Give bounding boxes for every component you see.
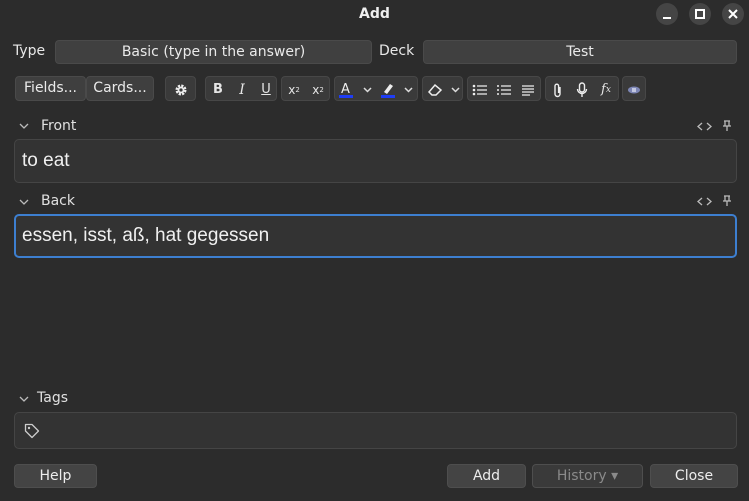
maximize-button[interactable] xyxy=(689,3,711,25)
minimize-icon xyxy=(663,17,671,19)
align-icon[interactable] xyxy=(516,77,540,102)
title-bar: Add xyxy=(0,0,749,28)
numbered-list-icon[interactable] xyxy=(492,77,516,102)
tags-label: Tags xyxy=(37,390,68,406)
chevron-down-icon[interactable] xyxy=(19,395,29,403)
fields-button[interactable]: Fields... xyxy=(15,76,86,101)
tags-input[interactable] xyxy=(14,412,737,449)
chevron-down-icon[interactable] xyxy=(19,198,29,206)
type-label: Type xyxy=(13,43,46,59)
bold-icon[interactable]: B xyxy=(206,77,230,102)
subscript-icon[interactable]: x2 xyxy=(306,77,330,102)
tag-icon xyxy=(24,423,40,439)
pin-icon[interactable] xyxy=(722,195,732,207)
close-window-button[interactable] xyxy=(722,3,744,25)
notetype-row: Type Basic (type in the answer) Deck Tes… xyxy=(0,40,749,64)
back-field-label: Back xyxy=(41,193,75,209)
close-button[interactable]: Close xyxy=(650,464,738,488)
image-occlusion-icon[interactable] xyxy=(623,77,645,102)
close-icon xyxy=(728,9,738,19)
paperclip-icon[interactable] xyxy=(546,77,570,102)
html-editor-icon[interactable] xyxy=(697,197,712,206)
function-icon[interactable]: fx xyxy=(594,77,618,102)
text-color-icon[interactable]: A xyxy=(335,77,357,102)
chevron-down-icon[interactable] xyxy=(399,77,418,102)
window-title: Add xyxy=(359,6,390,22)
front-field-input[interactable]: to eat xyxy=(14,139,737,183)
history-button[interactable]: History ▾ xyxy=(532,464,643,488)
list-group xyxy=(467,76,541,101)
pin-icon[interactable] xyxy=(722,120,732,132)
highlight-icon[interactable] xyxy=(377,77,399,102)
color-group: A xyxy=(334,76,418,101)
media-group: fx xyxy=(545,76,619,101)
chevron-down-icon[interactable] xyxy=(357,77,377,102)
underline-icon[interactable]: U xyxy=(254,77,278,102)
bullet-list-icon[interactable] xyxy=(468,77,492,102)
html-editor-icon[interactable] xyxy=(697,122,712,131)
superscript-icon[interactable]: x2 xyxy=(282,77,306,102)
italic-icon[interactable]: I xyxy=(230,77,254,102)
cards-button[interactable]: Cards... xyxy=(86,76,154,101)
occlusion-group xyxy=(622,76,646,101)
options-group xyxy=(165,76,196,101)
script-group: x2 x2 xyxy=(281,76,330,101)
eraser-group xyxy=(422,76,463,101)
svg-text:A: A xyxy=(341,82,350,97)
maximize-icon xyxy=(695,9,705,19)
format-group: B I U xyxy=(205,76,277,101)
deck-label: Deck xyxy=(379,43,415,59)
front-field-label: Front xyxy=(41,118,77,134)
type-selector[interactable]: Basic (type in the answer) xyxy=(55,40,372,64)
microphone-icon[interactable] xyxy=(570,77,594,102)
editor-toolbar: Fields... Cards... B I U x2 x2 A f x xyxy=(0,76,749,101)
gear-icon[interactable] xyxy=(166,77,195,102)
chevron-down-icon[interactable] xyxy=(447,77,463,102)
chevron-down-icon[interactable] xyxy=(19,122,29,130)
deck-selector[interactable]: Test xyxy=(423,40,737,64)
eraser-icon[interactable] xyxy=(423,77,447,102)
add-button[interactable]: Add xyxy=(447,464,526,488)
help-button[interactable]: Help xyxy=(14,464,97,488)
minimize-button[interactable] xyxy=(656,3,678,25)
back-field-input[interactable]: essen, isst, aß, hat gegessen xyxy=(14,214,737,258)
